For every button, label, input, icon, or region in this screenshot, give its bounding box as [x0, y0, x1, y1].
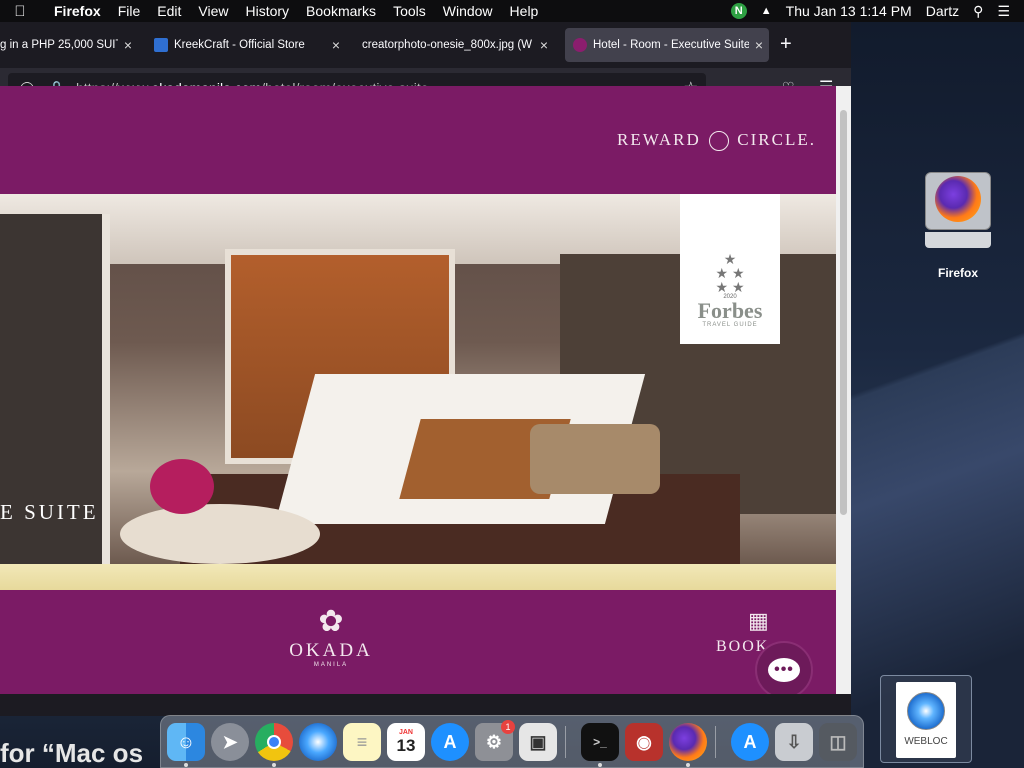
reward-left-text: REWARD: [617, 130, 701, 149]
running-indicator: [686, 763, 690, 767]
running-indicator: [598, 763, 602, 767]
tab-hotel-room[interactable]: Hotel - Room - Executive Suite ×: [565, 28, 769, 62]
page-header: REWARD CIRCLE.: [0, 86, 836, 194]
dock-separator: [565, 726, 566, 758]
okada-name: OKADA: [289, 640, 373, 661]
running-indicator: [272, 763, 276, 767]
menubar-user[interactable]: Dartz: [926, 3, 959, 19]
okada-favicon-icon: [573, 38, 587, 52]
disk-image-icon: [923, 172, 993, 250]
finder-icon[interactable]: ☺: [167, 723, 205, 761]
menu-view[interactable]: View: [198, 3, 228, 19]
apple-icon[interactable]: : [0, 3, 40, 20]
notes-icon[interactable]: ≡: [343, 723, 381, 761]
okada-sub: MANILA: [313, 662, 349, 668]
calendar-app-icon[interactable]: JAN 13: [387, 723, 425, 761]
okada-flower-icon: ✿: [318, 605, 344, 638]
reward-seal-icon: [709, 131, 730, 152]
photo-coffee-table: [120, 504, 320, 564]
desktop-firefox-label: Firefox: [937, 266, 978, 280]
control-center-icon[interactable]: ☰: [997, 3, 1010, 20]
tab-title: Hotel - Room - Executive Suite: [593, 39, 749, 51]
running-indicator: [184, 763, 188, 767]
firefox-dock-icon[interactable]: [669, 723, 707, 761]
tab-title: creatorphoto-onesie_800x.jpg (W: [362, 39, 533, 51]
desktop-firefox-disk[interactable]: Firefox: [922, 172, 994, 280]
reward-right-text: CIRCLE.: [737, 130, 816, 149]
disk-bottom: [925, 232, 991, 248]
suite-title: E SUITE: [0, 500, 99, 524]
app-store-icon[interactable]: A: [431, 723, 469, 761]
tab-php-suite[interactable]: g in a PHP 25,000 SUITE ×: [0, 28, 138, 62]
tab-bar: g in a PHP 25,000 SUITE × KreekCraft - O…: [0, 22, 851, 68]
menu-help[interactable]: Help: [510, 3, 539, 19]
terminal-icon[interactable]: >_: [581, 723, 619, 761]
app-store-folder-icon[interactable]: A: [731, 723, 769, 761]
menubar:  Firefox File Edit View History Bookmar…: [0, 0, 1024, 22]
webloc-label: WEBLOC: [904, 736, 948, 747]
dock-separator: [715, 726, 716, 758]
chrome-icon[interactable]: [255, 723, 293, 761]
okada-logo[interactable]: ✿ OKADA MANILA: [285, 604, 377, 668]
web-page: REWARD CIRCLE. E SUITE ★ ★ ★ ★ ★ 2020 Forb…: [0, 86, 836, 694]
close-tab-icon[interactable]: ×: [326, 37, 346, 53]
forbes-guide: TRAVEL GUIDE: [702, 322, 758, 328]
notification-badge: 1: [501, 720, 515, 734]
roblox-icon[interactable]: ▣: [519, 723, 557, 761]
photo-booth-icon[interactable]: ◉: [625, 723, 663, 761]
close-tab-icon[interactable]: ×: [534, 37, 554, 53]
safari-compass-icon: [907, 692, 945, 730]
menubar-clock[interactable]: Thu Jan 13 1:14 PM: [786, 3, 912, 19]
menu-history[interactable]: History: [245, 3, 289, 19]
safari-icon[interactable]: [299, 723, 337, 761]
menu-window[interactable]: Window: [443, 3, 493, 19]
calendar-month: JAN: [398, 728, 413, 736]
menu-app-name[interactable]: Firefox: [54, 3, 101, 19]
firefox-icon: [935, 176, 981, 222]
spotlight-search-icon[interactable]: ⚲: [973, 3, 983, 20]
webloc-document-icon: WEBLOC: [896, 682, 956, 758]
forbes-name: Forbes: [697, 298, 763, 323]
eject-icon[interactable]: ▲: [761, 5, 772, 17]
forbes-badge: ★ ★ ★ ★ ★ 2020 Forbes TRAVEL GUIDE: [680, 194, 780, 344]
tab-title: KreekCraft - Official Store: [174, 39, 305, 51]
menu-tools[interactable]: Tools: [393, 3, 426, 19]
tab-title: g in a PHP 25,000 SUITE: [0, 39, 118, 51]
chat-icon: •••: [768, 658, 800, 682]
menu-file[interactable]: File: [118, 3, 141, 19]
dock: ☺ ➤ ≡ JAN 13 A ⚙ 1 ▣ >_ ◉ A ⇩ ◫: [160, 715, 864, 768]
photo-flowers: [150, 459, 214, 514]
desktop-webloc-file[interactable]: WEBLOC: [880, 675, 972, 763]
photo-bench: [530, 424, 660, 494]
kreekcraft-favicon-icon: [154, 38, 168, 52]
forbes-stars-icon: ★ ★ ★ ★ ★: [715, 251, 745, 295]
page-footer: [0, 590, 836, 694]
status-n-icon[interactable]: N: [730, 3, 747, 19]
trash-icon[interactable]: ◫: [819, 723, 857, 761]
menu-bookmarks[interactable]: Bookmarks: [306, 3, 376, 19]
calendar-icon: ▦: [748, 608, 771, 633]
page-scrollbar-thumb[interactable]: [840, 110, 847, 515]
downloads-folder-icon[interactable]: ⇩: [775, 723, 813, 761]
tab-creatorphoto[interactable]: creatorphoto-onesie_800x.jpg (W ×: [354, 28, 554, 62]
close-tab-icon[interactable]: ×: [749, 37, 769, 53]
chat-button[interactable]: •••: [755, 641, 813, 694]
calendar-day: 13: [396, 735, 416, 755]
new-tab-button[interactable]: +: [780, 33, 792, 56]
background-window-text: for “Mac os: [0, 738, 144, 768]
menu-edit[interactable]: Edit: [157, 3, 181, 19]
launchpad-icon[interactable]: ➤: [211, 723, 249, 761]
gold-divider: [0, 564, 836, 590]
reward-circle-logo[interactable]: REWARD CIRCLE.: [617, 130, 816, 152]
close-tab-icon[interactable]: ×: [118, 37, 138, 53]
tab-kreekcraft[interactable]: KreekCraft - Official Store ×: [146, 28, 346, 62]
